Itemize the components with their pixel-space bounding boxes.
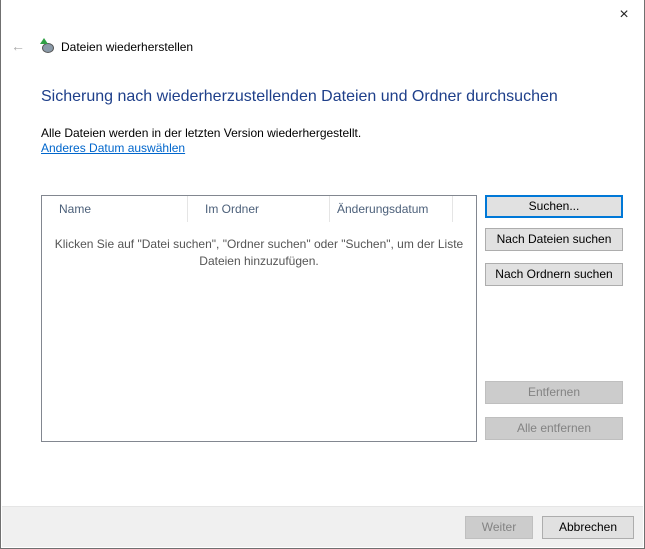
column-date[interactable]: Änderungsdatum	[330, 196, 453, 222]
file-list[interactable]: Name Im Ordner Änderungsdatum Klicken Si…	[41, 195, 477, 442]
empty-list-message: Klicken Sie auf "Datei suchen", "Ordner …	[54, 237, 464, 268]
back-arrow-icon[interactable]: ←	[11, 38, 25, 54]
search-folders-button[interactable]: Nach Ordnern suchen	[485, 263, 623, 286]
choose-date-link[interactable]: Anderes Datum auswählen	[41, 141, 185, 155]
column-folder[interactable]: Im Ordner	[188, 196, 330, 222]
search-files-button[interactable]: Nach Dateien suchen	[485, 228, 623, 251]
remove-all-button[interactable]: Alle entfernen	[485, 417, 623, 440]
page-heading: Sicherung nach wiederherzustellenden Dat…	[41, 88, 558, 105]
column-name[interactable]: Name	[42, 196, 188, 222]
window-title: Dateien wiederherstellen	[61, 40, 194, 54]
list-header: Name Im Ordner Änderungsdatum	[42, 196, 476, 222]
cancel-button[interactable]: Abbrechen	[542, 516, 634, 539]
restore-files-icon	[39, 38, 55, 54]
next-button[interactable]: Weiter	[465, 516, 533, 539]
search-button[interactable]: Suchen...	[485, 195, 623, 218]
close-icon[interactable]: ×	[614, 6, 634, 24]
info-text: Alle Dateien werden in der letzten Versi…	[41, 126, 362, 140]
remove-button[interactable]: Entfernen	[485, 381, 623, 404]
restore-files-window: × ← Dateien wiederherstellen Sicherung n…	[0, 0, 645, 549]
